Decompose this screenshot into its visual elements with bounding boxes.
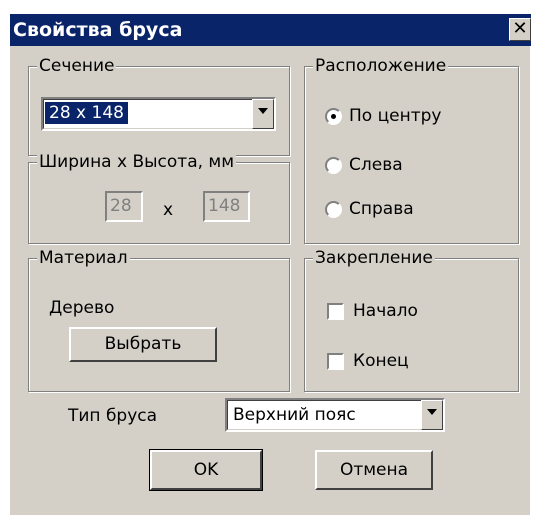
dimensions-group: Ширина x Высота, мм 28 x 148 bbox=[28, 151, 290, 244]
window-title: Свойства бруса bbox=[13, 19, 183, 41]
material-group: Материал Дерево Выбрать bbox=[28, 247, 290, 392]
beam-type-value: Верхний пояс bbox=[233, 405, 356, 425]
section-combobox-value: 28 x 148 bbox=[45, 102, 128, 124]
dimensions-legend: Ширина x Высота, мм bbox=[37, 151, 237, 173]
section-legend: Сечение bbox=[37, 55, 117, 77]
height-field[interactable]: 148 bbox=[203, 191, 250, 222]
placement-left-label[interactable]: Слева bbox=[349, 154, 403, 176]
material-legend: Материал bbox=[37, 247, 130, 269]
width-field[interactable]: 28 bbox=[105, 191, 143, 222]
properties-dialog: Свойства бруса ✕ Сечение 28 x 148 Ширина… bbox=[9, 14, 531, 515]
beam-type-label: Тип бруса bbox=[68, 406, 158, 426]
placement-center-radio[interactable] bbox=[325, 108, 342, 125]
chevron-down-icon bbox=[258, 108, 268, 114]
placement-legend: Расположение bbox=[313, 55, 449, 77]
fixing-end-label[interactable]: Конец bbox=[353, 350, 409, 372]
fixing-start-checkbox[interactable] bbox=[327, 303, 344, 320]
fixing-group: Закрепление Начало Конец bbox=[304, 247, 519, 392]
chevron-down-icon bbox=[427, 409, 437, 415]
placement-left-radio[interactable] bbox=[325, 157, 342, 174]
close-icon: ✕ bbox=[512, 18, 528, 39]
section-group: Сечение 28 x 148 bbox=[28, 55, 290, 156]
radio-dot bbox=[331, 114, 336, 119]
section-combobox[interactable]: 28 x 148 bbox=[41, 97, 276, 131]
close-button[interactable]: ✕ bbox=[509, 18, 531, 41]
placement-center-label[interactable]: По центру bbox=[349, 105, 442, 127]
placement-right-radio[interactable] bbox=[325, 201, 342, 218]
cancel-button[interactable]: Отмена bbox=[315, 450, 433, 490]
section-dropdown-button[interactable] bbox=[252, 99, 274, 129]
placement-right-label[interactable]: Справа bbox=[349, 198, 414, 220]
fixing-legend: Закрепление bbox=[313, 247, 435, 269]
material-value: Дерево bbox=[49, 298, 115, 318]
dimensions-separator: x bbox=[163, 200, 174, 220]
placement-group: Расположение По центру Слева Справа bbox=[304, 55, 519, 244]
beam-type-dropdown-button[interactable] bbox=[421, 400, 443, 430]
fixing-end-checkbox[interactable] bbox=[327, 353, 344, 370]
choose-material-button[interactable]: Выбрать bbox=[69, 327, 217, 362]
fixing-start-label[interactable]: Начало bbox=[353, 300, 418, 322]
ok-button[interactable]: OK bbox=[149, 449, 263, 491]
title-bar[interactable]: Свойства бруса ✕ bbox=[10, 14, 531, 46]
beam-type-combobox[interactable]: Верхний пояс bbox=[225, 398, 445, 432]
